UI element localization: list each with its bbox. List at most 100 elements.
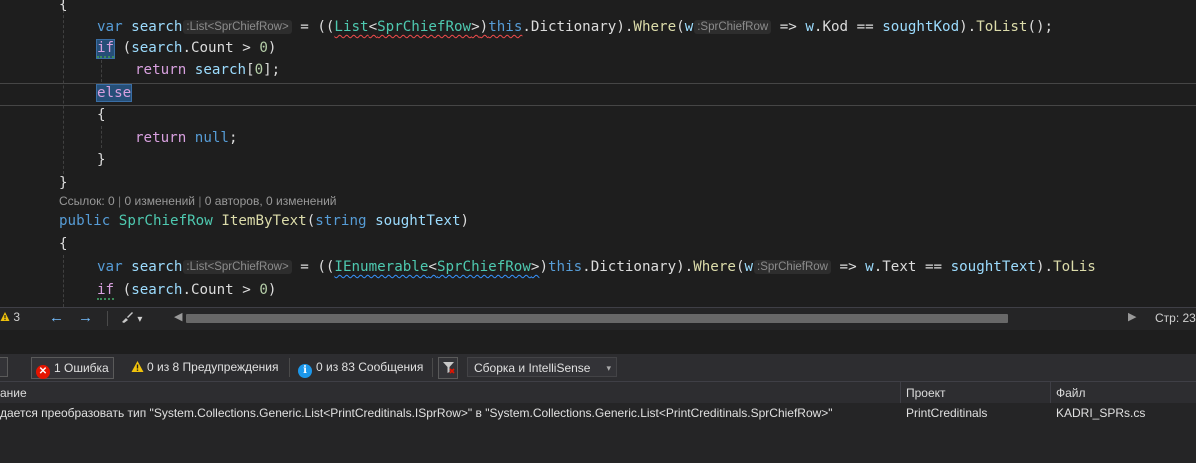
scroll-right-icon[interactable]: ▶ bbox=[1128, 310, 1136, 323]
scope-dropdown[interactable]: Сборка и IntelliSense ▾ bbox=[467, 357, 617, 377]
code-line[interactable]: { bbox=[59, 0, 68, 17]
code-line[interactable]: } bbox=[97, 149, 106, 172]
info-icon: i bbox=[298, 364, 312, 378]
error-icon: ✕ bbox=[36, 365, 50, 379]
code-line[interactable]: { bbox=[59, 233, 68, 256]
code-token: 0 bbox=[259, 282, 268, 298]
code-line[interactable]: { bbox=[97, 104, 106, 127]
error-list-empty-area bbox=[0, 425, 1196, 463]
horizontal-scrollbar-thumb[interactable] bbox=[186, 314, 1008, 323]
code-token: . bbox=[873, 259, 883, 275]
code-token: ( bbox=[114, 40, 132, 56]
error-list-header: ание Проект Файл bbox=[0, 381, 1196, 404]
code-token: [ bbox=[246, 62, 255, 78]
codelens[interactable]: Ссылок: 0 | 0 изменений | 0 авторов, 0 и… bbox=[59, 194, 336, 208]
indent-guide bbox=[101, 126, 102, 148]
code-editor[interactable]: { var search:List<SprChiefRow> = ((List<… bbox=[0, 0, 1196, 307]
code-token: ) bbox=[539, 259, 548, 275]
warning-icon bbox=[131, 361, 144, 372]
indent-guide bbox=[63, 0, 64, 184]
code-line[interactable]: } bbox=[59, 172, 68, 195]
code-token: soughtText bbox=[375, 213, 461, 229]
code-token: 0 bbox=[259, 40, 268, 56]
code-token: ( bbox=[114, 282, 132, 298]
code-token: ). bbox=[959, 19, 977, 35]
info-squiggle[interactable]: IEnumerable<SprChiefRow> bbox=[334, 259, 539, 275]
code-token: ]; bbox=[263, 62, 281, 78]
code-token: w bbox=[744, 259, 754, 275]
chevron-down-icon: ▾ bbox=[137, 314, 143, 325]
column-header-project[interactable]: Проект bbox=[906, 386, 946, 400]
code-token: return bbox=[135, 62, 187, 78]
errors-filter-button[interactable]: ✕ 1 Ошибка bbox=[31, 357, 114, 379]
code-token: Where bbox=[693, 259, 736, 275]
code-line[interactable]: return search[0]; bbox=[135, 59, 280, 82]
code-token: search bbox=[194, 62, 247, 78]
error-project: PrintCreditinals bbox=[906, 406, 988, 420]
inlay-type-hint: :List<SprChiefRow> bbox=[183, 260, 292, 274]
code-token: (); bbox=[1027, 19, 1054, 35]
code-token: Text bbox=[882, 259, 917, 275]
code-token: List bbox=[334, 19, 369, 35]
code-token: search bbox=[131, 19, 183, 35]
code-token: < bbox=[428, 259, 437, 275]
code-line[interactable]: return null; bbox=[135, 127, 238, 150]
column-header-file[interactable]: Файл bbox=[1056, 386, 1086, 400]
editor-status-bar: 3 ← → ▾ ◀ ▶ Стр: 23 bbox=[0, 307, 1196, 330]
scroll-left-icon[interactable]: ◀ bbox=[174, 310, 182, 323]
code-line[interactable]: public SprChiefRow ItemByText(string sou… bbox=[59, 210, 469, 233]
scope-dropdown-partial[interactable] bbox=[0, 357, 8, 377]
code-token: this bbox=[488, 19, 523, 35]
code-token: SprChiefRow bbox=[436, 259, 531, 275]
column-divider[interactable] bbox=[900, 382, 901, 404]
code-cleanup-button[interactable]: ▾ bbox=[120, 310, 142, 325]
cursor-position[interactable]: Стр: 23 bbox=[1155, 311, 1196, 325]
arrow-left-icon[interactable]: ← bbox=[49, 309, 64, 326]
code-token: SprChiefRow bbox=[118, 213, 213, 229]
code-token: < bbox=[368, 19, 378, 35]
error-description: дается преобразовать тип "System.Collect… bbox=[0, 406, 833, 420]
codelens-authors[interactable]: 0 авторов, 0 изменений bbox=[205, 194, 337, 208]
error-squiggle[interactable]: List<SprChiefRow>)this bbox=[334, 19, 522, 35]
warnings-filter-button[interactable]: 0 из 8 Предупреждения bbox=[131, 357, 279, 377]
code-token: .Count > bbox=[182, 282, 260, 298]
divider bbox=[289, 358, 290, 377]
code-token: public bbox=[59, 213, 111, 229]
code-token: { bbox=[97, 107, 106, 123]
filter-clear-icon[interactable] bbox=[438, 357, 458, 379]
code-token: == bbox=[916, 259, 951, 275]
column-header-description[interactable]: ание bbox=[0, 386, 27, 400]
code-token: } bbox=[97, 152, 106, 168]
code-token: search bbox=[131, 282, 183, 298]
code-line[interactable]: if (search.Count > 0) bbox=[97, 279, 276, 302]
code-token: .Dictionary). bbox=[582, 259, 694, 275]
code-token: ( bbox=[306, 213, 316, 229]
codelens-references[interactable]: Ссылок: 0 bbox=[59, 194, 115, 208]
code-token: => bbox=[830, 259, 866, 275]
code-token: Kod bbox=[822, 19, 849, 35]
code-token: soughtKod bbox=[882, 19, 960, 35]
code-line[interactable]: if (search.Count > 0) bbox=[95, 37, 276, 60]
code-token: this bbox=[548, 259, 583, 275]
code-token: .Dictionary). bbox=[522, 19, 634, 35]
arrow-right-icon[interactable]: → bbox=[78, 309, 93, 326]
code-token: var bbox=[97, 19, 123, 35]
code-token: search bbox=[131, 259, 183, 275]
messages-filter-button[interactable]: i 0 из 83 Сообщения bbox=[298, 357, 423, 378]
code-token: w bbox=[865, 259, 874, 275]
code-token: ; bbox=[228, 130, 238, 146]
code-token: ToLis bbox=[1053, 259, 1096, 275]
error-row[interactable]: дается преобразовать тип "System.Collect… bbox=[0, 403, 1196, 425]
code-token: else bbox=[95, 84, 133, 102]
warning-count[interactable]: 3 bbox=[0, 310, 20, 324]
code-line[interactable]: var search:List<SprChiefRow> = ((List<Sp… bbox=[97, 16, 1053, 39]
code-token: = (( bbox=[291, 19, 335, 35]
code-line[interactable]: else bbox=[95, 82, 133, 105]
code-line[interactable]: var search:List<SprChiefRow> = ((IEnumer… bbox=[97, 256, 1096, 279]
panel-gap bbox=[0, 330, 1196, 354]
codelens-changes[interactable]: 0 изменений bbox=[125, 194, 195, 208]
column-divider[interactable] bbox=[1050, 382, 1051, 404]
code-token: w bbox=[805, 19, 814, 35]
